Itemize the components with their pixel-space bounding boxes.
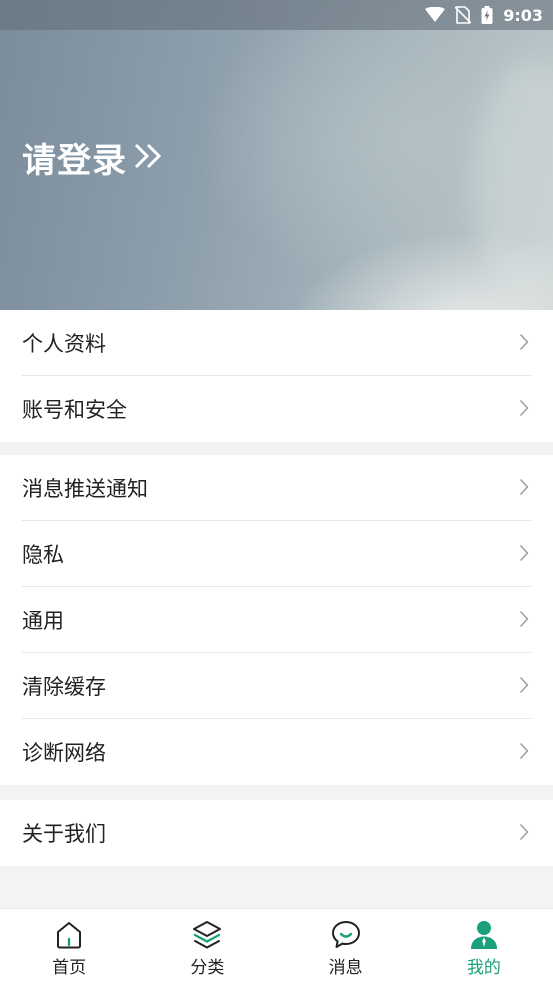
tab-home[interactable]: 首页 bbox=[0, 909, 138, 984]
chevron-right-icon bbox=[519, 823, 529, 845]
chevron-right-icon bbox=[519, 333, 529, 355]
home-icon bbox=[54, 918, 84, 952]
menu-item-label: 关于我们 bbox=[22, 822, 106, 846]
menu-item-push-notifications[interactable]: 消息推送通知 bbox=[0, 455, 553, 521]
no-sim-icon bbox=[455, 6, 472, 24]
login-label: 请登录 bbox=[22, 141, 127, 181]
chevron-right-icon bbox=[519, 742, 529, 764]
menu-item-label: 诊断网络 bbox=[22, 741, 106, 765]
menu-item-network-diagnosis[interactable]: 诊断网络 bbox=[0, 719, 553, 785]
layers-icon bbox=[191, 918, 223, 952]
status-time: 9:03 bbox=[503, 5, 543, 25]
chevron-right-icon bbox=[519, 610, 529, 632]
tab-label: 消息 bbox=[328, 958, 363, 978]
tab-category[interactable]: 分类 bbox=[138, 909, 276, 984]
settings-group-general: 消息推送通知 隐私 通用 清除缓存 诊断网络 bbox=[0, 455, 553, 785]
chevron-right-icon bbox=[519, 544, 529, 566]
battery-charging-icon bbox=[481, 6, 493, 24]
menu-item-label: 清除缓存 bbox=[22, 675, 106, 699]
double-chevron-right-icon bbox=[131, 138, 167, 178]
menu-item-label: 隐私 bbox=[22, 543, 64, 567]
settings-group-account: 个人资料 账号和安全 bbox=[0, 310, 553, 442]
menu-item-about-us[interactable]: 关于我们 bbox=[0, 800, 553, 866]
bottom-navigation: 首页 分类 消息 我的 bbox=[0, 908, 553, 984]
menu-item-profile[interactable]: 个人资料 bbox=[0, 310, 553, 376]
menu-item-label: 账号和安全 bbox=[22, 398, 127, 422]
tab-messages[interactable]: 消息 bbox=[277, 909, 415, 984]
chat-bubble-icon bbox=[330, 918, 362, 952]
tab-label: 我的 bbox=[466, 958, 501, 978]
tab-label: 首页 bbox=[52, 958, 87, 978]
person-icon bbox=[469, 918, 499, 952]
chevron-right-icon bbox=[519, 676, 529, 698]
chevron-right-icon bbox=[519, 399, 529, 421]
menu-item-clear-cache[interactable]: 清除缓存 bbox=[0, 653, 553, 719]
menu-item-label: 消息推送通知 bbox=[22, 477, 148, 501]
menu-item-privacy[interactable]: 隐私 bbox=[0, 521, 553, 587]
menu-item-label: 通用 bbox=[22, 609, 64, 633]
tab-label: 分类 bbox=[190, 958, 225, 978]
chevron-right-icon bbox=[519, 478, 529, 500]
settings-group-about: 关于我们 bbox=[0, 800, 553, 866]
wifi-icon bbox=[425, 7, 446, 23]
status-bar: 9:03 bbox=[0, 0, 553, 30]
banner-glow-decoration bbox=[473, 60, 553, 310]
menu-item-label: 个人资料 bbox=[22, 332, 106, 356]
tab-mine[interactable]: 我的 bbox=[415, 909, 553, 984]
menu-item-account-security[interactable]: 账号和安全 bbox=[0, 376, 553, 442]
login-link[interactable]: 请登录 bbox=[22, 133, 167, 182]
menu-item-general[interactable]: 通用 bbox=[0, 587, 553, 653]
